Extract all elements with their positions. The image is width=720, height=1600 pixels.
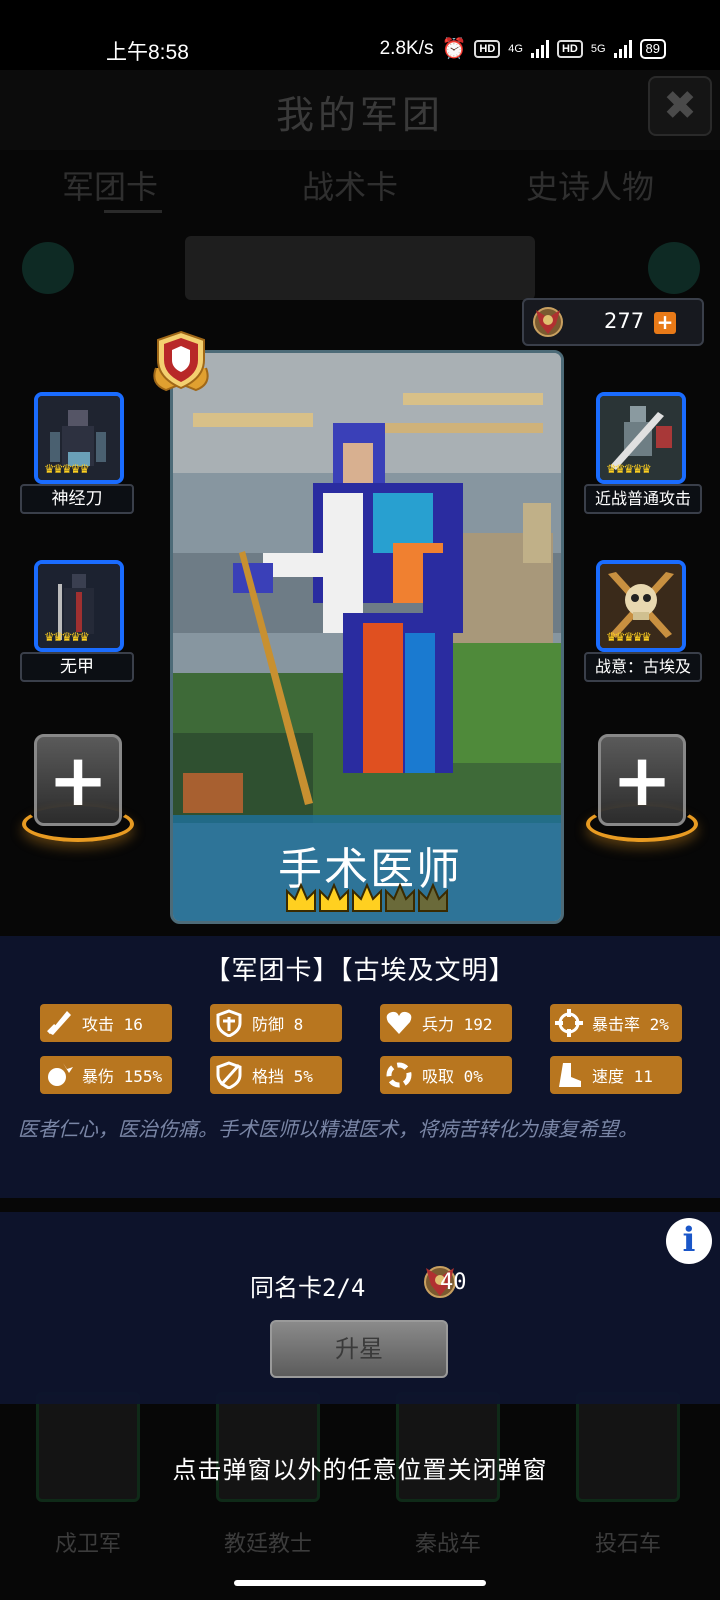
crown-filled-icon: [286, 882, 316, 912]
card-star-rating: [286, 882, 448, 912]
status-time: 上午8:58: [106, 41, 189, 64]
add-currency-button[interactable]: +: [654, 312, 676, 334]
unit-label: 教廷教士: [223, 1532, 312, 1557]
unit-label: 秦战车: [414, 1532, 481, 1557]
stat-label: 兵力 192: [422, 1015, 493, 1034]
tab-epic-figures[interactable]: 史诗人物: [526, 162, 654, 208]
background-unit-card[interactable]: [36, 1392, 140, 1502]
duplicate-count: 同名卡2/4: [250, 1274, 366, 1302]
slot-glow-ring: [22, 806, 134, 842]
list-view-button[interactable]: [22, 242, 74, 294]
unit-label: 投石车: [594, 1532, 661, 1557]
upgrade-star-button[interactable]: 升星: [270, 1320, 448, 1378]
skill-slot-right-2[interactable]: ♛♛♛♛♛: [596, 560, 686, 652]
alarm-icon: ⏰: [441, 38, 467, 60]
slot-crowns: ♛♛♛♛♛: [606, 630, 652, 644]
card-description: 医者仁心，医治伤痛。手术医师以精湛医术，将病苦转化为康复希望。: [18, 1117, 638, 1141]
signal-icon: [530, 39, 549, 58]
background-title: 我的军团: [275, 93, 444, 137]
slot-label: 神经刀: [20, 484, 134, 514]
currency-value: 277: [604, 309, 645, 333]
background-unit-card[interactable]: [216, 1392, 320, 1502]
slot-label: 无甲: [20, 652, 134, 682]
stat-label: 攻击 16: [82, 1015, 143, 1034]
slot-crowns: ♛♛♛♛♛: [606, 462, 652, 476]
shield-badge-icon: [153, 330, 209, 392]
slot-glow-ring: [586, 806, 698, 842]
crown-filled-icon: [319, 882, 349, 912]
slot-label: 战意：古埃及: [584, 652, 702, 682]
card-tags: 【军团卡】【古埃及文明】: [204, 956, 516, 986]
drain-icon: [384, 1060, 414, 1090]
hd-badge: HD: [474, 39, 501, 58]
stat-label: 暴伤 155%: [82, 1067, 163, 1086]
stat-speed: 速度 11: [550, 1056, 682, 1094]
unit-card: 手术医师: [170, 350, 564, 924]
tab-tactic-cards[interactable]: 战术卡: [302, 162, 398, 208]
crown-empty-icon: [385, 882, 415, 912]
heart-icon: [384, 1008, 414, 1038]
slot-crowns: ♛♛♛♛♛: [44, 462, 90, 476]
hd-badge-2: HD: [556, 39, 583, 58]
info-button[interactable]: i: [666, 1218, 712, 1264]
stat-drain: 吸取 0%: [380, 1056, 512, 1094]
stat-label: 格挡 5%: [252, 1067, 313, 1086]
stat-attack: 攻击 16: [40, 1004, 172, 1042]
shield-icon: [214, 1008, 244, 1038]
stat-defense: 防御 8: [210, 1004, 342, 1042]
close-button[interactable]: ✖: [648, 76, 712, 136]
tab-legion-cards[interactable]: 军团卡: [62, 162, 158, 208]
skill-slot-left-1[interactable]: ♛♛♛♛♛: [34, 392, 124, 484]
tab-underline: [104, 210, 162, 213]
stat-label: 暴击率 2%: [592, 1015, 669, 1034]
net-speed: 2.8K/s: [379, 37, 434, 59]
slot-label: 近战普通攻击: [584, 484, 702, 514]
unit-label: 戍卫军: [54, 1532, 121, 1557]
block-icon: [214, 1060, 244, 1090]
search-box[interactable]: [185, 236, 535, 300]
stat-crit-rate: 暴击率 2%: [550, 1004, 682, 1042]
battery-icon: 89: [639, 38, 666, 59]
signal-icon-2: [613, 39, 632, 58]
background-unit-card[interactable]: [396, 1392, 500, 1502]
network-4g: 4G: [508, 42, 523, 55]
sword-icon: [44, 1008, 74, 1038]
stat-label: 吸取 0%: [422, 1067, 483, 1086]
crown-filled-icon: [352, 882, 382, 912]
skill-slot-right-1[interactable]: ♛♛♛♛♛: [596, 392, 686, 484]
stat-block: 格挡 5%: [210, 1056, 342, 1094]
slot-crowns: ♛♛♛♛♛: [44, 630, 90, 644]
burst-icon: [44, 1060, 74, 1090]
stat-troops: 兵力 192: [380, 1004, 512, 1042]
status-indicators: 2.8K/s ⏰ HD 4G HD 5G 89: [380, 36, 666, 61]
crosshair-icon: [554, 1008, 584, 1038]
currency-display: 277 +: [522, 298, 704, 346]
home-indicator[interactable]: [234, 1580, 486, 1586]
upgrade-cost: 40: [440, 1270, 467, 1295]
filter-button[interactable]: [648, 242, 700, 294]
network-5g: 5G: [590, 42, 606, 55]
background-unit-card[interactable]: [576, 1392, 680, 1502]
close-hint: 点击弹窗以外的任意位置关闭弹窗: [172, 1456, 548, 1484]
stat-label: 速度 11: [592, 1067, 653, 1086]
legion-emblem-icon: [533, 307, 563, 337]
skill-slot-left-2[interactable]: ♛♛♛♛♛: [34, 560, 124, 652]
crown-empty-icon: [418, 882, 448, 912]
stat-crit-damage: 暴伤 155%: [40, 1056, 172, 1094]
stat-label: 防御 8: [252, 1015, 304, 1034]
boot-icon: [554, 1060, 584, 1090]
